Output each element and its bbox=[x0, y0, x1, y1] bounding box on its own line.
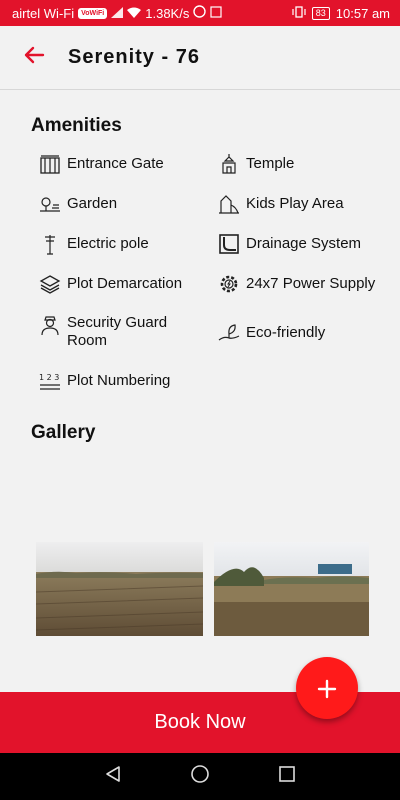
add-fab-button[interactable] bbox=[296, 657, 358, 719]
carrier-label: airtel Wi-Fi bbox=[12, 5, 75, 21]
amenity-label: Eco-friendly bbox=[246, 324, 326, 341]
power-gear-icon bbox=[218, 273, 240, 295]
amenities-heading: Amenities bbox=[31, 115, 122, 136]
amenity-garden: Garden bbox=[39, 193, 117, 215]
vowifi-badge: VoWiFi bbox=[78, 7, 108, 19]
amenity-kids-play-area: Kids Play Area bbox=[218, 193, 344, 215]
amenity-electric-pole: Electric pole bbox=[39, 233, 149, 255]
square-recents-icon bbox=[278, 766, 295, 787]
amenity-label: Drainage System bbox=[246, 235, 362, 252]
amenity-label: Security Guard Room bbox=[67, 314, 168, 349]
gallery-heading: Gallery bbox=[31, 422, 96, 443]
temple-icon bbox=[218, 153, 240, 175]
svg-text:1 2 3: 1 2 3 bbox=[39, 373, 59, 382]
whatsapp-icon bbox=[193, 5, 207, 21]
playground-icon bbox=[218, 193, 240, 215]
amenity-label: Kids Play Area bbox=[246, 195, 344, 212]
back-arrow-icon bbox=[23, 46, 45, 69]
plus-icon bbox=[317, 669, 337, 708]
vibrate-icon bbox=[292, 5, 306, 21]
electric-pole-icon bbox=[39, 233, 61, 255]
system-nav-bar bbox=[0, 753, 400, 800]
amenity-label: Plot Demarcation bbox=[67, 275, 183, 292]
notification-icon bbox=[210, 5, 222, 21]
amenity-label: Plot Numbering bbox=[67, 372, 171, 389]
guard-icon bbox=[39, 314, 61, 336]
eco-leaf-icon bbox=[218, 322, 240, 344]
amenity-plot-demarcation: Plot Demarcation bbox=[39, 273, 182, 295]
clock: 10:57 am bbox=[335, 5, 390, 21]
app-header: Serenity - 76 bbox=[0, 26, 400, 90]
amenity-power-supply: 24x7 Power Supply bbox=[218, 273, 375, 295]
gate-icon bbox=[39, 153, 61, 175]
gallery-image-field[interactable] bbox=[36, 542, 203, 636]
circle-home-icon bbox=[190, 764, 210, 789]
gallery-image-site[interactable] bbox=[214, 542, 369, 636]
back-button[interactable] bbox=[0, 26, 68, 90]
nav-back-button[interactable] bbox=[93, 757, 133, 797]
amenity-label: Entrance Gate bbox=[67, 155, 164, 172]
amenity-label: 24x7 Power Supply bbox=[246, 275, 376, 292]
drainage-icon bbox=[218, 233, 240, 255]
amenity-drainage-system: Drainage System bbox=[218, 233, 361, 255]
layers-icon bbox=[39, 273, 61, 295]
amenity-temple: Temple bbox=[218, 153, 294, 175]
signal-icon bbox=[111, 6, 124, 21]
network-speed: 1.38K/s bbox=[145, 5, 190, 21]
nav-home-button[interactable] bbox=[180, 757, 220, 797]
book-now-label: Book Now bbox=[154, 711, 246, 733]
nav-recents-button[interactable] bbox=[267, 757, 307, 797]
page-title: Serenity - 76 bbox=[68, 46, 200, 68]
amenity-security-guard-room: Security Guard Room bbox=[39, 314, 187, 350]
amenity-plot-numbering: 1 2 3 Plot Numbering bbox=[39, 370, 170, 392]
amenity-entrance-gate: Entrance Gate bbox=[39, 153, 164, 175]
amenity-label: Electric pole bbox=[67, 235, 149, 252]
numbering-icon: 1 2 3 bbox=[39, 370, 61, 392]
status-bar: airtel Wi-Fi VoWiFi 1.38K/s 83 10:57 am bbox=[0, 0, 400, 26]
amenity-label: Garden bbox=[67, 195, 118, 212]
garden-icon bbox=[39, 193, 61, 215]
amenity-eco-friendly: Eco-friendly bbox=[218, 322, 325, 344]
battery-indicator: 83 bbox=[311, 6, 330, 20]
triangle-back-icon bbox=[104, 765, 122, 788]
amenity-label: Temple bbox=[246, 155, 295, 172]
wifi-icon bbox=[127, 6, 142, 21]
